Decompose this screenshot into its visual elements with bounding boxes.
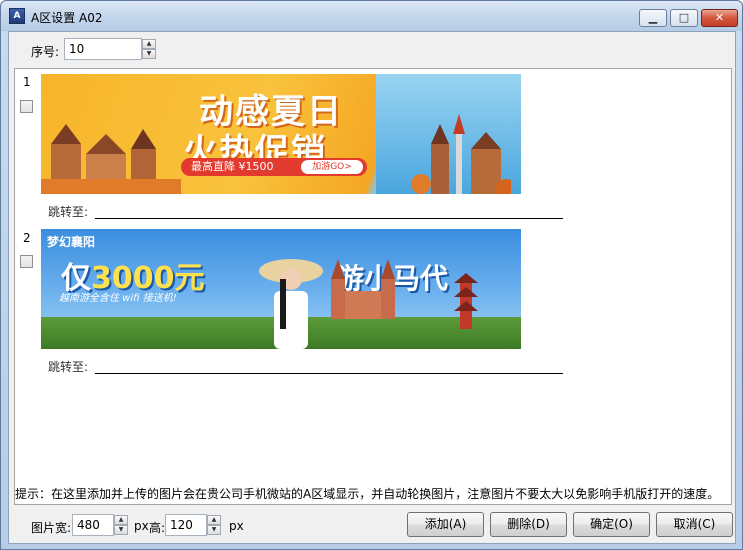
- serial-spinner[interactable]: ▲ ▼: [142, 39, 156, 59]
- church-graphic: [331, 259, 395, 319]
- cancel-button[interactable]: 取消(C): [656, 512, 733, 537]
- tower-graphic: [411, 114, 511, 194]
- window-title: A区设置 A02: [31, 11, 103, 25]
- banner-image-vietnam-tour: 梦幻襄阳 仅3000元 越南游全含住 wifi 接送机! 游小马代: [41, 229, 521, 349]
- dialog-window: A A区设置 A02 ▁ □ ✕ 序号: ▲ ▼ 1: [0, 0, 743, 550]
- spin-up-arrow-icon[interactable]: ▲: [142, 39, 156, 49]
- height-spinner[interactable]: ▲ ▼: [207, 515, 221, 535]
- spin-down-arrow-icon[interactable]: ▼: [142, 49, 156, 59]
- close-button[interactable]: ✕: [701, 9, 738, 27]
- serial-label: 序号:: [31, 45, 60, 59]
- banner-logo: 梦幻襄阳: [47, 235, 96, 249]
- banner-image-summer-sale: 动感夏日 火热促销 最高直降 ¥1500 加游GO>: [41, 74, 521, 194]
- spin-up-arrow-icon[interactable]: ▲: [114, 515, 128, 525]
- ok-button[interactable]: 确定(O): [573, 512, 650, 537]
- image-list-panel[interactable]: 1 动感夏日 火热促销 最高直降 ¥1500 加游GO> 跳转至: 2 梦幻襄阳…: [14, 68, 732, 505]
- image-height-input[interactable]: [165, 514, 207, 536]
- width-label: 图片宽:: [31, 521, 72, 535]
- jump-to-label: 跳转至:: [48, 360, 89, 374]
- banner-cta: 加游GO>: [301, 160, 363, 174]
- hint-text: 提示：在这里添加并上传的图片会在贵公司手机微站的A区域显示，并自动轮换图片，注意…: [15, 487, 720, 501]
- spin-down-arrow-icon[interactable]: ▼: [207, 525, 221, 535]
- add-button[interactable]: 添加(A): [407, 512, 484, 537]
- jump-to-input-line[interactable]: [95, 218, 563, 219]
- spin-down-arrow-icon[interactable]: ▼: [114, 525, 128, 535]
- jump-to-label: 跳转至:: [48, 205, 89, 219]
- item-number: 1: [23, 75, 31, 89]
- item-number: 2: [23, 231, 31, 245]
- minimize-button[interactable]: ▁: [639, 9, 667, 27]
- banner-subtitle: 越南游全含住 wifi 接送机!: [59, 293, 177, 304]
- serial-input[interactable]: [64, 38, 142, 60]
- dialog-client-area: 序号: ▲ ▼ 1 动感夏日: [8, 31, 736, 544]
- castle-graphic: [41, 124, 181, 194]
- jump-to-input-line[interactable]: [95, 373, 563, 374]
- app-icon: A: [9, 8, 25, 24]
- height-label: 高:: [149, 521, 166, 535]
- pagoda-graphic: [454, 273, 478, 329]
- spin-up-arrow-icon[interactable]: ▲: [207, 515, 221, 525]
- maximize-button[interactable]: □: [670, 9, 698, 27]
- width-spinner[interactable]: ▲ ▼: [114, 515, 128, 535]
- item-checkbox[interactable]: [20, 255, 33, 268]
- image-width-input[interactable]: [72, 514, 114, 536]
- delete-button[interactable]: 删除(D): [490, 512, 567, 537]
- width-unit: px: [134, 519, 149, 533]
- item-checkbox[interactable]: [20, 100, 33, 113]
- title-bar[interactable]: A A区设置 A02 ▁ □ ✕: [1, 1, 742, 31]
- height-unit: px: [229, 519, 244, 533]
